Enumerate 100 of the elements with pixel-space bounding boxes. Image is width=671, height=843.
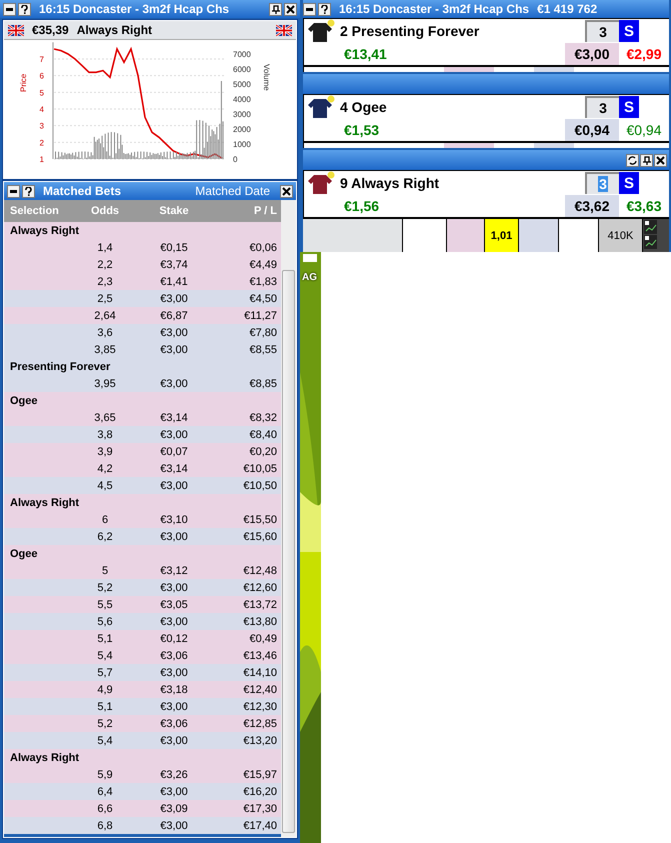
selection-name: Always Right	[10, 224, 80, 236]
price-tick: 7	[40, 54, 44, 64]
pl-cell-text: €15,60	[242, 530, 277, 542]
hedge-value: €2,99	[625, 45, 663, 64]
chart-icon[interactable]	[644, 235, 657, 249]
stake-field[interactable]: 3	[585, 172, 619, 194]
price-tick: 4	[40, 104, 44, 114]
stake-cell-text: €3,00	[159, 734, 189, 746]
sort-link[interactable]: Matched Date	[195, 184, 270, 198]
odds-cell-text: 5,1	[96, 700, 114, 712]
odds-cell-text: 5,2	[96, 718, 114, 730]
pl-cell-text: €12,48	[242, 564, 277, 576]
pl-cell-text: €15,50	[242, 514, 277, 526]
uk-flag-icon	[276, 24, 292, 36]
odds-cell-text: 5,6	[96, 616, 114, 628]
volume-tick: 5000	[233, 80, 251, 89]
question-icon	[25, 186, 32, 196]
pl-cell-text: €7,80	[248, 326, 277, 338]
stake-cell-text: €3,00	[159, 292, 189, 304]
stake-cell-text: €3,00	[159, 326, 189, 338]
pl-cell-text: €8,40	[248, 428, 277, 440]
stake-field[interactable]: 3	[585, 20, 619, 42]
runner-name: Always Right	[76, 23, 154, 37]
volume-cell: 410K	[599, 219, 643, 252]
pl-cell-text: €10,50	[242, 480, 277, 492]
price-cell: €3,00	[565, 43, 619, 65]
pl-cell-text: €14,10	[242, 666, 277, 678]
pl-cell-text: €16,20	[242, 786, 277, 798]
desktop-icon-label[interactable]: AG	[302, 272, 317, 283]
stake-cell-text: €3,00	[159, 786, 189, 798]
stake-cell-text: €3,05	[159, 598, 189, 610]
price-tick: 1	[40, 155, 44, 164]
selection-name: Always Right	[10, 496, 80, 508]
stake-cell-text: €3,00	[159, 344, 189, 356]
help-button[interactable]	[18, 2, 31, 16]
stake-cell-text: €3,14	[159, 412, 189, 424]
price-cell: €3,62	[565, 195, 619, 217]
odds-cell-text: 5,9	[96, 768, 114, 780]
volume-tick: 4000	[233, 95, 251, 104]
runner-pl: €1,53	[343, 122, 380, 138]
last-price-cell: 1,01	[485, 219, 519, 252]
panel-title: Matched Bets	[43, 184, 122, 198]
pl-cell-text: €12,40	[242, 684, 277, 696]
stake-cell-text: €3,06	[159, 650, 189, 662]
pl-cell-text: €11,27	[243, 310, 277, 322]
matched-total: €1 419 762	[537, 2, 598, 16]
selection-name: Presenting Forever	[10, 360, 112, 372]
runner-pl: €13,41	[343, 46, 388, 62]
column-header[interactable]: Selection	[10, 205, 80, 217]
pl-cell-text: €4,49	[248, 258, 277, 270]
chart-icon[interactable]	[644, 220, 657, 234]
volume-tick: 6000	[233, 65, 251, 74]
pl-cell-text: €15,97	[242, 768, 277, 780]
runner-name: 2 Presenting Forever	[340, 23, 480, 39]
volume-tick: 0	[233, 155, 238, 164]
scrollbar[interactable]	[281, 200, 296, 837]
odds-cell-text: 4,2	[96, 462, 114, 474]
odds-cell-text: 5,4	[96, 734, 114, 746]
stake-cell-text: €3,14	[159, 462, 189, 474]
column-header[interactable]: Odds	[80, 205, 130, 217]
stake-cell-text: €3,00	[159, 582, 189, 594]
pl-cell-text: €8,32	[248, 412, 277, 424]
selection-name: Ogee	[10, 548, 39, 560]
submit-button[interactable]: S	[619, 96, 639, 118]
stake-cell-text: €3,74	[159, 258, 189, 270]
help-button[interactable]	[318, 2, 331, 16]
stake-cell-text: €6,87	[159, 310, 189, 322]
window-title: 16:15 Doncaster - 3m2f Hcap Chs	[339, 2, 530, 16]
odds-cell-text: 6,8	[96, 820, 114, 832]
runner-name: 9 Always Right	[340, 175, 440, 191]
question-icon	[21, 4, 28, 14]
help-button[interactable]	[22, 184, 35, 198]
selection-name: Ogee	[10, 394, 39, 406]
odds-cell-text: 5,2	[96, 582, 114, 594]
submit-button[interactable]: S	[619, 172, 639, 194]
stake-cell-text: €3,00	[159, 428, 189, 440]
volume-tick: 1000	[233, 140, 251, 149]
submit-button[interactable]: S	[619, 20, 639, 42]
price-tick: 6	[40, 72, 44, 81]
pl-cell-text: €13,80	[242, 616, 277, 628]
stake-cell-text: €3,00	[159, 700, 189, 712]
stake-field[interactable]: 3	[585, 96, 619, 118]
odds-cell-text: 3,65	[93, 412, 117, 424]
stake-cell-text: €3,00	[159, 820, 189, 832]
stake-cell-text: €3,10	[159, 514, 189, 526]
selection-name: Always Right	[10, 752, 80, 764]
stake-cell-text: €1,41	[159, 276, 189, 288]
stake-cell-text: €3,00	[159, 616, 189, 628]
pl-cell-text: €12,85	[242, 718, 277, 730]
stake-cell-text: €3,06	[159, 718, 189, 730]
column-header[interactable]: Stake	[130, 205, 218, 217]
column-header[interactable]: P / L	[218, 205, 277, 217]
odds-cell-text: 2,3	[96, 276, 114, 288]
stake-cell-text: €3,00	[159, 530, 189, 542]
pl-cell-text: €12,30	[242, 700, 277, 712]
stake-cell-text: €3,00	[159, 378, 189, 390]
question-icon	[321, 4, 328, 14]
price-tick: 2	[40, 138, 44, 148]
odds-cell-text: 4,9	[96, 684, 114, 696]
runner-name: 4 Ogee	[340, 99, 388, 115]
